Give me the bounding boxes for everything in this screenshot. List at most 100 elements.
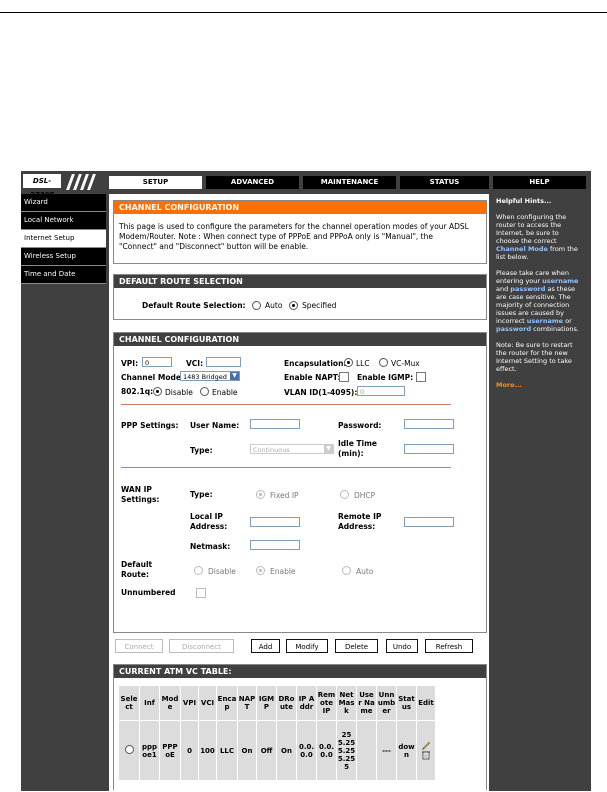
table-cell: 25 5.25 5.25 5.25 5 xyxy=(336,720,357,781)
sidebar-item-wizard[interactable]: Wizard xyxy=(21,194,106,212)
dot1q-disable-radio[interactable] xyxy=(153,387,162,396)
channel-form: VPI: 0 VCI: Encapsulation: LLC VC-Mux Ch… xyxy=(114,333,486,632)
radio-label: Enable xyxy=(270,567,296,576)
edit-actions xyxy=(422,741,431,759)
divider xyxy=(121,467,451,468)
unnumbered-checkbox[interactable] xyxy=(196,588,206,598)
route-enable-radio[interactable] xyxy=(256,566,265,575)
refresh-button[interactable]: Refresh xyxy=(425,639,473,653)
atm-vc-section: CURRENT ATM VC TABLE: Sele ct Inf Mod e VP… xyxy=(113,664,487,790)
encap-vcmux-radio[interactable] xyxy=(379,358,388,367)
vlan-id-label: VLAN ID(1-4095): xyxy=(284,388,358,397)
ppp-type-label: Type: xyxy=(190,446,213,455)
netmask-label: Netmask: xyxy=(190,542,231,551)
enable-igmp-label: Enable IGMP: xyxy=(357,373,414,382)
column-header: Use r Na me xyxy=(356,685,377,721)
row-select-cell xyxy=(118,720,140,781)
main-content: CHANNEL CONFIGURATION This page is used … xyxy=(109,194,489,791)
tab-help[interactable]: HELP xyxy=(493,176,586,189)
idle-time-label: Idle Time xyxy=(338,439,378,448)
help-paragraph: Note: Be sure to restart the router for … xyxy=(496,341,573,373)
tab-status[interactable]: STATUS xyxy=(400,176,489,189)
column-header: IP Addr xyxy=(296,685,317,721)
password-input[interactable] xyxy=(404,419,454,429)
igmp-checkbox[interactable] xyxy=(416,372,426,382)
modify-button[interactable]: Modify xyxy=(286,639,328,653)
table-cell: 0.0. 0.0 xyxy=(316,720,337,781)
table-cell: LLC xyxy=(216,720,238,781)
intro-text-line: Modem/Router. Note : When connect type o… xyxy=(119,232,433,241)
help-more-link[interactable]: More... xyxy=(496,381,586,389)
default-route-specified-radio[interactable] xyxy=(289,301,298,310)
route-auto-radio[interactable] xyxy=(342,566,351,575)
add-button[interactable]: Add xyxy=(251,639,280,653)
disconnect-button[interactable]: Disconnect xyxy=(169,639,234,653)
unnumbered-label: Unnumbered xyxy=(121,588,176,597)
vpi-input[interactable]: 0 xyxy=(142,357,172,367)
column-header: Inf xyxy=(139,685,160,721)
dhcp-radio[interactable] xyxy=(340,490,349,499)
local-ip-input[interactable] xyxy=(250,517,300,527)
help-paragraph: When configuring the router to access th… xyxy=(496,213,578,261)
wan-ip-label: WAN IP xyxy=(121,485,152,494)
fixed-ip-radio[interactable] xyxy=(256,490,265,499)
table-cell: 100 xyxy=(198,720,217,781)
ppp-settings-label: PPP Settings: xyxy=(121,421,179,430)
idle-time-input[interactable] xyxy=(404,444,454,454)
column-header: DRo ute xyxy=(276,685,297,721)
ppp-type-value: Continuous xyxy=(253,446,290,454)
help-paragraph: Please take care when entering your user… xyxy=(496,269,579,333)
radio-label: Auto xyxy=(356,567,374,576)
table-cell: ppp oe1 xyxy=(139,720,160,781)
enable-napt-label: Enable NAPT: xyxy=(284,373,341,382)
password-label: Password: xyxy=(338,421,382,430)
radio-label: LLC xyxy=(356,359,370,368)
tab-maintenance[interactable]: MAINTENANCE xyxy=(303,176,396,189)
intro-text-line: "Connect" and "Disconnect" button will b… xyxy=(119,242,309,251)
radio-label: Specified xyxy=(302,301,337,310)
vpi-label: VPI: xyxy=(121,359,139,368)
default-route-label: Default Route Selection: xyxy=(142,301,246,310)
radio-label: Disable xyxy=(208,567,236,576)
table-cell xyxy=(356,720,377,781)
table-cell: 0 xyxy=(180,720,199,781)
default-route-field-label: Default xyxy=(121,560,153,569)
connect-button[interactable]: Connect xyxy=(115,639,163,653)
local-ip-label: Address: xyxy=(190,522,228,531)
tab-setup[interactable]: SETUP xyxy=(109,176,202,189)
local-ip-label: Local IP xyxy=(190,512,223,521)
column-header: VPI xyxy=(180,685,199,721)
tab-advanced[interactable]: ADVANCED xyxy=(206,176,299,189)
column-header: Rem ote IP xyxy=(316,685,337,721)
row-select-radio[interactable] xyxy=(124,745,134,754)
remote-ip-input[interactable] xyxy=(404,517,454,527)
channel-mode-select[interactable]: 1483 Bridged ▼ xyxy=(180,371,240,381)
delete-button[interactable]: Delete xyxy=(335,639,378,653)
netmask-input[interactable] xyxy=(250,540,300,550)
logo-stripe xyxy=(87,174,96,190)
sidebar-item-time-date[interactable]: Time and Date xyxy=(21,266,106,284)
route-disable-radio[interactable] xyxy=(194,566,203,575)
vci-input[interactable] xyxy=(206,357,241,367)
ppp-type-select[interactable]: Continuous ▼ xyxy=(250,444,334,454)
table-cell: Off xyxy=(256,720,277,781)
sidebar: Wizard Local Network Internet Setup Wire… xyxy=(21,194,106,284)
default-route-auto-radio[interactable] xyxy=(252,301,261,310)
channel-mode-label: Channel Mode: xyxy=(121,373,184,382)
table-row: ppp oe1 PPP oE 0 100 LLC On Off On 0.0. 0.0… xyxy=(118,720,436,781)
undo-button[interactable]: Undo xyxy=(386,639,418,653)
sidebar-item-wireless-setup[interactable]: Wireless Setup xyxy=(21,248,106,266)
sidebar-item-internet-setup[interactable]: Internet Setup xyxy=(21,230,106,248)
vlan-id-input[interactable]: 0 xyxy=(357,386,405,396)
encapsulation-label: Encapsulation: xyxy=(284,359,347,368)
encap-llc-radio[interactable] xyxy=(344,358,353,367)
column-header: IGM P xyxy=(256,685,277,721)
top-tabs: SETUP ADVANCED MAINTENANCE STATUS xyxy=(109,176,489,189)
sidebar-item-local-network[interactable]: Local Network xyxy=(21,212,106,230)
username-input[interactable] xyxy=(250,419,300,429)
table-cell: On xyxy=(237,720,257,781)
dot1q-enable-radio[interactable] xyxy=(200,387,209,396)
trash-icon[interactable] xyxy=(422,751,430,759)
pencil-icon[interactable] xyxy=(422,741,431,750)
napt-checkbox[interactable] xyxy=(339,372,349,382)
